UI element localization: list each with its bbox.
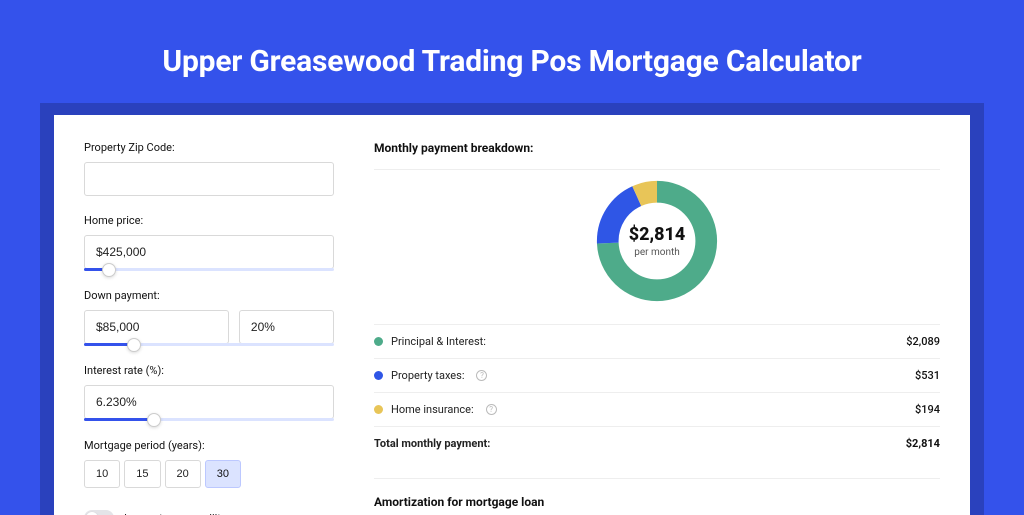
- period-option-30[interactable]: 30: [205, 460, 241, 488]
- breakdown-title: Monthly payment breakdown:: [374, 141, 940, 169]
- dot-icon: [374, 371, 383, 380]
- down-payment-label: Down payment:: [84, 289, 334, 302]
- donut-amount: $2,814: [629, 224, 686, 245]
- down-payment-group: Down payment:: [84, 289, 334, 346]
- dot-icon: [374, 337, 383, 346]
- period-option-10[interactable]: 10: [84, 460, 120, 488]
- page-title: Upper Greasewood Trading Pos Mortgage Ca…: [0, 0, 1024, 103]
- interest-rate-label: Interest rate (%):: [84, 364, 334, 377]
- legend-value: $194: [915, 403, 940, 416]
- period-label: Mortgage period (years):: [84, 439, 334, 452]
- slider-thumb[interactable]: [102, 263, 116, 277]
- info-icon[interactable]: ?: [476, 370, 487, 381]
- donut-chart: $2,814 per month: [592, 176, 722, 306]
- amortization-title: Amortization for mortgage loan: [374, 478, 940, 509]
- legend-value: $2,089: [906, 335, 940, 348]
- legend-label: Property taxes:: [391, 369, 464, 382]
- legend-value: $2,814: [906, 437, 940, 450]
- calculator-card: Property Zip Code: Home price: Down paym…: [54, 115, 970, 515]
- donut-sub: per month: [634, 247, 680, 258]
- legend-row-total: Total monthly payment: $2,814: [374, 426, 940, 460]
- form-column: Property Zip Code: Home price: Down paym…: [84, 141, 334, 515]
- legend-value: $531: [915, 369, 940, 382]
- period-option-20[interactable]: 20: [165, 460, 201, 488]
- legend-row-principal: Principal & Interest: $2,089: [374, 324, 940, 358]
- home-price-label: Home price:: [84, 214, 334, 227]
- down-payment-slider[interactable]: [84, 343, 334, 346]
- down-payment-percent-input[interactable]: [239, 310, 334, 344]
- slider-thumb[interactable]: [127, 338, 141, 352]
- card-shadow: Property Zip Code: Home price: Down paym…: [40, 103, 984, 515]
- period-option-15[interactable]: 15: [124, 460, 160, 488]
- dot-icon: [374, 405, 383, 414]
- veteran-row: I am veteran or military: [84, 510, 334, 515]
- down-payment-amount-input[interactable]: [84, 310, 229, 344]
- breakdown-column: Monthly payment breakdown: $2,814 per mo…: [374, 141, 940, 515]
- legend-label: Home insurance:: [391, 403, 474, 416]
- interest-rate-input[interactable]: [84, 385, 334, 419]
- veteran-label: I am veteran or military: [124, 512, 236, 515]
- zip-label: Property Zip Code:: [84, 141, 334, 154]
- slider-thumb[interactable]: [147, 413, 161, 427]
- zip-input[interactable]: [84, 162, 334, 196]
- home-price-input[interactable]: [84, 235, 334, 269]
- legend-row-taxes: Property taxes: ? $531: [374, 358, 940, 392]
- legend-label: Total monthly payment:: [374, 437, 490, 450]
- interest-rate-group: Interest rate (%):: [84, 364, 334, 421]
- veteran-toggle[interactable]: [84, 510, 114, 515]
- interest-rate-slider[interactable]: [84, 418, 334, 421]
- period-group: Mortgage period (years): 10 15 20 30: [84, 439, 334, 488]
- info-icon[interactable]: ?: [486, 404, 497, 415]
- home-price-slider[interactable]: [84, 268, 334, 271]
- zip-group: Property Zip Code:: [84, 141, 334, 196]
- legend-row-insurance: Home insurance: ? $194: [374, 392, 940, 426]
- donut-chart-wrap: $2,814 per month: [374, 176, 940, 306]
- home-price-group: Home price:: [84, 214, 334, 271]
- legend-label: Principal & Interest:: [391, 335, 486, 348]
